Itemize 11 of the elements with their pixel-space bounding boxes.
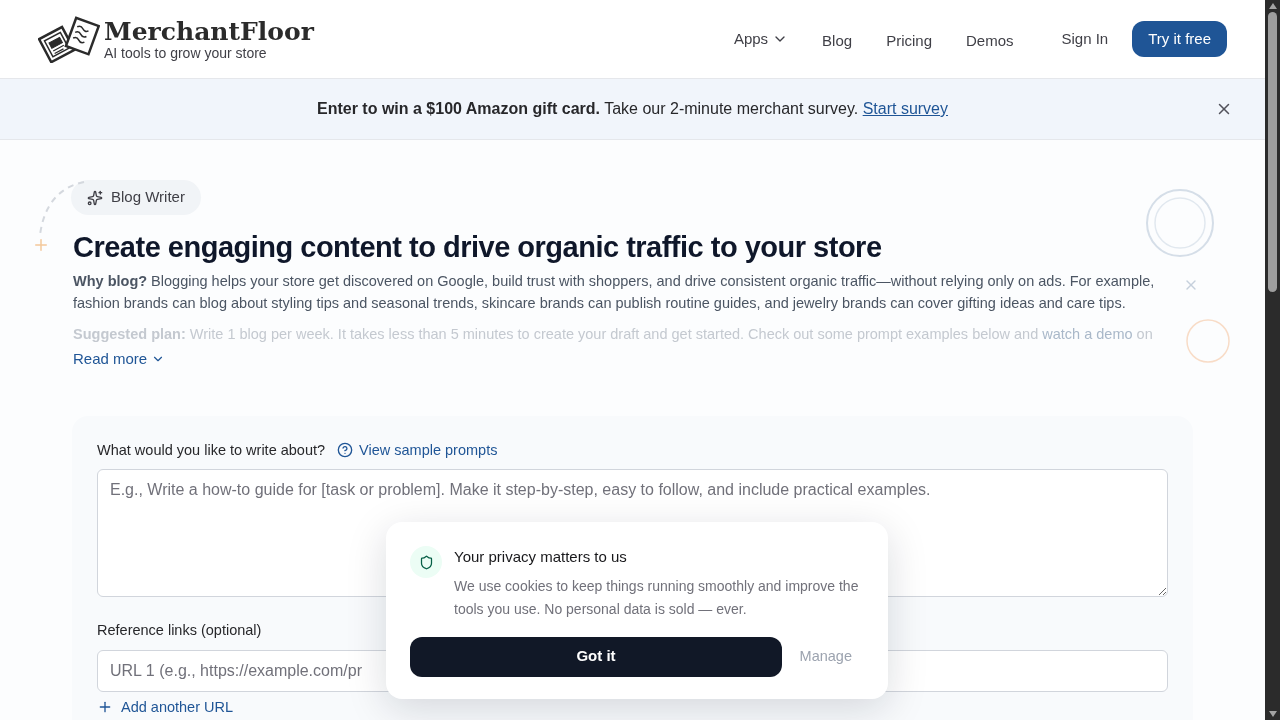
reference-links-label: Reference links (optional) (97, 621, 262, 641)
brand-name: MerchantFloor (104, 18, 314, 44)
cookie-text: We use cookies to keep things running smoothly and improve the tools you use. No personal data is sold — ever. (454, 576, 860, 619)
cookie-title: Your privacy matters to us (454, 547, 628, 567)
why-blog-paragraph: Why blog? Blogging helps your store get discovered on Google, build trust with shoppers, and drive consistent organic traffic—without relying only on ads. For example, fashion brands can blog about styling tips and seasonal trends, skincare brands can publish routine guides, and jewelry brands can cover gifting ideas and care tips. (73, 272, 1156, 313)
suggested-plan-paragraph: Suggested plan: Write 1 blog per week. It takes less than 5 minutes to create your draft and get started. Check out some prompt examples below and watch a demo on (73, 325, 1154, 344)
page-heading: Create engaging content to drive organic traffic to your store (73, 230, 883, 265)
brand-tagline: AI tools to grow your store (104, 45, 268, 60)
banner-text: Enter to win a $100 Amazon gift card. Take our 2-minute merchant survey. Start survey (317, 99, 948, 119)
blog-writer-badge: Blog Writer (71, 180, 201, 215)
topic-label: What would you like to write about? (97, 440, 326, 460)
